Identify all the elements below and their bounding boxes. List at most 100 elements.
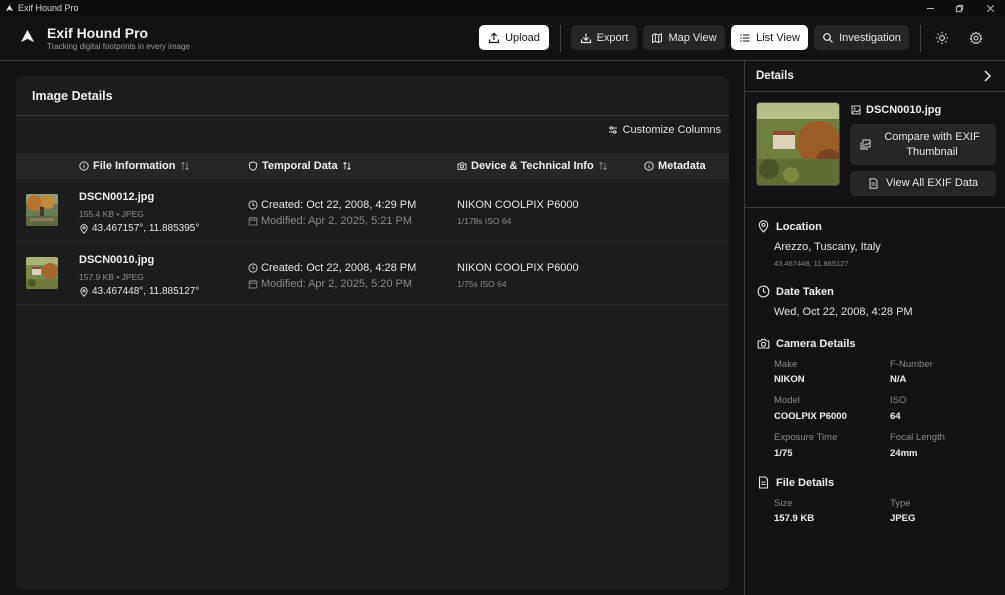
- investigation-label: Investigation: [839, 31, 901, 44]
- compare-images-icon: [860, 139, 871, 150]
- map-view-button[interactable]: Map View: [643, 25, 725, 50]
- app-header: Exif Hound Pro Tracking digital footprin…: [0, 16, 1005, 61]
- panel-title: Image Details: [32, 89, 113, 103]
- file-meta: 155.4 KB • JPEG: [79, 209, 144, 219]
- sort-arrows-icon[interactable]: [180, 161, 190, 171]
- exposure-time-label: Exposure Time: [774, 432, 838, 443]
- table-row[interactable]: DSCN0010.jpg 157.9 KB • JPEG 43.467448°,…: [16, 242, 729, 305]
- sliders-icon: [608, 125, 618, 135]
- divider: [16, 115, 729, 116]
- exposure-info: 1/75s ISO 64: [457, 279, 507, 289]
- header-divider: [920, 25, 921, 52]
- file-icon: [757, 476, 770, 489]
- window-title: Exif Hound Pro: [18, 3, 79, 13]
- file-details-heading: File Details: [757, 476, 834, 489]
- map-pin-icon: [79, 223, 89, 234]
- make-label: Make: [774, 359, 798, 370]
- model-label: Model: [774, 395, 800, 406]
- map-view-label: Map View: [668, 31, 717, 44]
- document-icon: [868, 178, 879, 189]
- restore-button[interactable]: [944, 0, 974, 16]
- column-temporal-data[interactable]: Temporal Data: [248, 153, 352, 179]
- location-coordinates: 43.467448, 11.885127: [774, 259, 849, 268]
- type-value: JPEG: [890, 513, 916, 524]
- image-details-panel: Image Details Customize Columns File Inf…: [16, 76, 729, 590]
- close-button[interactable]: [975, 0, 1005, 16]
- app-logo-icon: [19, 28, 36, 45]
- compare-label: Compare with EXIF Thumbnail: [884, 130, 980, 158]
- details-pane: Details DSCN0010.jpg Compare with EXIF T…: [744, 61, 1005, 595]
- gps-coordinates: 43.467448°, 11.885127°: [79, 286, 199, 297]
- selected-filename-text: DSCN0010.jpg: [866, 104, 942, 116]
- iso-label: ISO: [890, 395, 907, 406]
- clock-icon: [757, 285, 770, 298]
- gps-coordinates: 43.467157°, 11.885395°: [79, 223, 199, 234]
- app-name: Exif Hound Pro: [47, 25, 149, 41]
- modified-date: Modified: Apr 2, 2025, 5:20 PM: [248, 278, 412, 290]
- created-date: Created: Oct 22, 2008, 4:29 PM: [248, 199, 416, 211]
- file-details-heading-text: File Details: [776, 476, 835, 489]
- shield-icon: [248, 161, 258, 171]
- file-name: DSCN0010.jpg: [79, 254, 155, 266]
- camera-icon: [757, 337, 770, 350]
- clock-icon: [248, 200, 258, 210]
- camera-details-heading-text: Camera Details: [776, 337, 856, 350]
- coordinates-text: 43.467448°, 11.885127°: [92, 286, 200, 297]
- fnumber-label: F-Number: [890, 359, 933, 370]
- theme-toggle-button[interactable]: [932, 28, 952, 48]
- minimize-button[interactable]: [915, 0, 945, 16]
- upload-label: Upload: [505, 31, 540, 44]
- calendar-icon: [248, 216, 258, 226]
- camera-icon: [457, 161, 467, 171]
- column-file-information[interactable]: File Information: [79, 153, 190, 179]
- divider: [745, 207, 1005, 208]
- device-name: NIKON COOLPIX P6000: [457, 262, 579, 274]
- type-label: Type: [890, 498, 911, 509]
- column-label: Metadata: [658, 160, 706, 172]
- compare-exif-thumbnail-button[interactable]: Compare with EXIF Thumbnail: [850, 124, 996, 165]
- customize-columns-button[interactable]: Customize Columns: [608, 124, 721, 136]
- chevron-right-icon[interactable]: [980, 69, 994, 83]
- map-pin-icon: [757, 220, 770, 233]
- column-device-technical-info[interactable]: Device & Technical Info: [457, 153, 608, 179]
- list-view-label: List View: [756, 31, 800, 44]
- upload-icon: [488, 31, 500, 44]
- image-icon: [851, 105, 861, 115]
- view-all-exif-button[interactable]: View All EXIF Data: [850, 171, 996, 196]
- selected-image-preview[interactable]: [756, 102, 840, 186]
- modified-text: Modified: Apr 2, 2025, 5:20 PM: [261, 278, 413, 290]
- coordinates-text: 43.467157°, 11.885395°: [92, 223, 200, 234]
- size-value: 157.9 KB: [774, 513, 815, 524]
- sort-arrows-icon[interactable]: [598, 161, 608, 171]
- investigation-button[interactable]: Investigation: [814, 25, 909, 50]
- make-value: NIKON: [774, 374, 805, 385]
- settings-button[interactable]: [966, 28, 986, 48]
- file-name: DSCN0012.jpg: [79, 191, 155, 203]
- view-all-label: View All EXIF Data: [885, 177, 979, 189]
- details-title: Details: [756, 70, 794, 82]
- model-value: COOLPIX P6000: [774, 411, 847, 422]
- file-meta: 157.9 KB • JPEG: [79, 272, 144, 282]
- modified-date: Modified: Apr 2, 2025, 5:21 PM: [248, 215, 412, 227]
- image-thumbnail[interactable]: [26, 257, 58, 289]
- created-date: Created: Oct 22, 2008, 4:28 PM: [248, 262, 416, 274]
- sort-arrows-icon[interactable]: [342, 161, 352, 171]
- export-button[interactable]: Export: [571, 25, 637, 50]
- list-icon: [739, 32, 751, 44]
- info-icon: [644, 161, 654, 171]
- app-tagline: Tracking digital footprints in every ima…: [47, 42, 190, 51]
- upload-button[interactable]: Upload: [479, 25, 549, 50]
- divider: [745, 91, 1005, 92]
- exposure-time-value: 1/75: [774, 448, 793, 459]
- image-thumbnail[interactable]: [26, 194, 58, 226]
- location-heading: Location: [757, 220, 822, 233]
- list-view-button[interactable]: List View: [731, 25, 808, 50]
- clock-icon: [248, 263, 258, 273]
- download-icon: [580, 32, 592, 44]
- focal-length-label: Focal Length: [890, 432, 945, 443]
- column-metadata[interactable]: Metadata: [644, 153, 706, 179]
- calendar-icon: [248, 279, 258, 289]
- title-bar: Exif Hound Pro: [0, 0, 1005, 16]
- table-row[interactable]: DSCN0012.jpg 155.4 KB • JPEG 43.467157°,…: [16, 179, 729, 242]
- iso-value: 64: [890, 411, 901, 422]
